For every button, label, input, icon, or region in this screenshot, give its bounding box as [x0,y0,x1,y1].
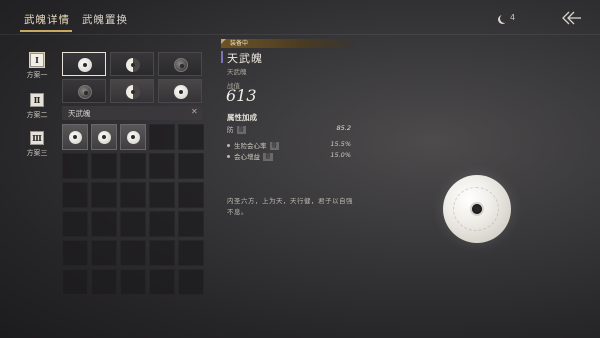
plan-two-label: 方案二 [26,111,48,119]
equip-slot-2[interactable] [110,52,154,76]
name-accent-bar [221,51,223,63]
plan-three-icon: Ⅲ [30,131,44,145]
inventory-empty-slot[interactable] [178,240,204,266]
plan-one[interactable]: Ⅰ 方案一 [22,53,52,80]
equip-slot-6[interactable] [158,79,202,103]
inventory-empty-slot[interactable] [62,182,88,208]
sub-attribute-tag: 普 [263,153,273,161]
inventory-empty-slot[interactable] [149,153,175,179]
power-value: 613 [226,86,257,105]
item-subtitle: 天武魄 [227,68,247,76]
inventory-empty-slot[interactable] [62,211,88,237]
inventory-empty-slot[interactable] [149,124,175,150]
plan-one-icon: Ⅰ [30,53,44,67]
plan-two-icon: Ⅱ [30,93,44,107]
inventory-filter-bar: 天武魄 ✕ [62,106,202,120]
soul-disc-icon [127,131,140,144]
equipped-badge-label: 装备中 [230,40,249,47]
soul-disc-icon [126,58,140,72]
disc-center-hole [472,204,482,214]
inventory-empty-slot[interactable] [178,182,204,208]
equipped-badge: 装备中 [221,39,353,48]
inventory-empty-slot[interactable] [62,240,88,266]
item-name: 天武魄 [227,52,263,65]
equip-slot-1[interactable] [62,52,106,76]
equip-slot-4[interactable] [62,79,106,103]
inventory-empty-slot[interactable] [62,269,88,295]
plan-three-label: 方案三 [26,149,48,157]
tab-soul-details[interactable]: 武魄详情 [24,12,70,27]
plan-two[interactable]: Ⅱ 方案二 [22,93,52,120]
equip-slot-3[interactable] [158,52,202,76]
soul-disc-icon [126,85,140,99]
soul-disc-icon [174,85,188,99]
inventory-empty-slot[interactable] [120,240,146,266]
inventory-item-slot[interactable] [91,124,117,150]
soul-disc-icon [98,131,111,144]
plan-one-label: 方案一 [26,71,48,79]
soul-disc-icon [69,131,82,144]
inventory-empty-slot[interactable] [91,269,117,295]
inventory-empty-slot[interactable] [178,211,204,237]
inventory-empty-slot[interactable] [120,182,146,208]
attribute-title: 属性加成 [227,113,257,122]
inventory-empty-slot[interactable] [149,269,175,295]
item-flavor-text: 内圣六方，上为天，天行健，君子以自强不息。 [227,197,353,216]
sub-attribute-value: 15.0% [330,151,351,159]
bullet-icon [227,144,230,147]
inventory-empty-slot[interactable] [178,124,204,150]
active-tab-underline [20,30,72,32]
main-attribute-value: 85.2 [336,124,351,132]
inventory-empty-slot[interactable] [91,240,117,266]
main-attribute-row: 防普 85.2 [227,124,351,134]
inventory-empty-slot[interactable] [178,269,204,295]
tab-soul-exchange[interactable]: 武魄置换 [82,12,128,27]
inventory-empty-slot[interactable] [120,153,146,179]
soul-disc-icon [174,58,188,72]
back-arrow-icon[interactable] [560,10,582,26]
bullet-icon [227,155,230,158]
inventory-empty-slot[interactable] [149,211,175,237]
inventory-empty-slot[interactable] [120,211,146,237]
top-bar: 武魄详情 武魄置换 4 [0,0,600,36]
inventory-empty-slot[interactable] [149,182,175,208]
soul-disc-icon [78,58,92,72]
header-divider [0,34,600,35]
sub-attribute-tag: 普 [269,142,280,150]
inventory-set-name: 天武魄 [68,109,91,118]
inventory-item-slot[interactable] [62,124,88,150]
inventory-empty-slot[interactable] [91,153,117,179]
soul-disc-preview [443,175,511,243]
soul-disc-icon [78,85,92,99]
equip-slot-5[interactable] [110,79,154,103]
sub-attribute-row: 生险会心率普 15.5% [227,140,351,150]
moon-icon [500,14,509,23]
main-attribute-name: 防 [227,126,234,134]
inventory-empty-slot[interactable] [91,211,117,237]
inventory-item-slot[interactable] [120,124,146,150]
inventory-empty-slot[interactable] [120,269,146,295]
inventory-empty-slot[interactable] [62,153,88,179]
sub-attribute-value: 15.5% [330,140,351,148]
inventory-empty-slot[interactable] [149,240,175,266]
plan-three[interactable]: Ⅲ 方案三 [22,131,52,158]
sub-attribute-name: 会心增益 [234,153,260,161]
inventory-empty-slot[interactable] [91,182,117,208]
inventory-empty-slot[interactable] [178,153,204,179]
sub-attribute-name: 生险会心率 [234,142,267,150]
main-attribute-tag: 普 [236,126,247,134]
moon-count: 4 [510,13,516,22]
close-icon[interactable]: ✕ [191,107,198,116]
sub-attribute-row: 会心增益普 15.0% [227,151,351,161]
